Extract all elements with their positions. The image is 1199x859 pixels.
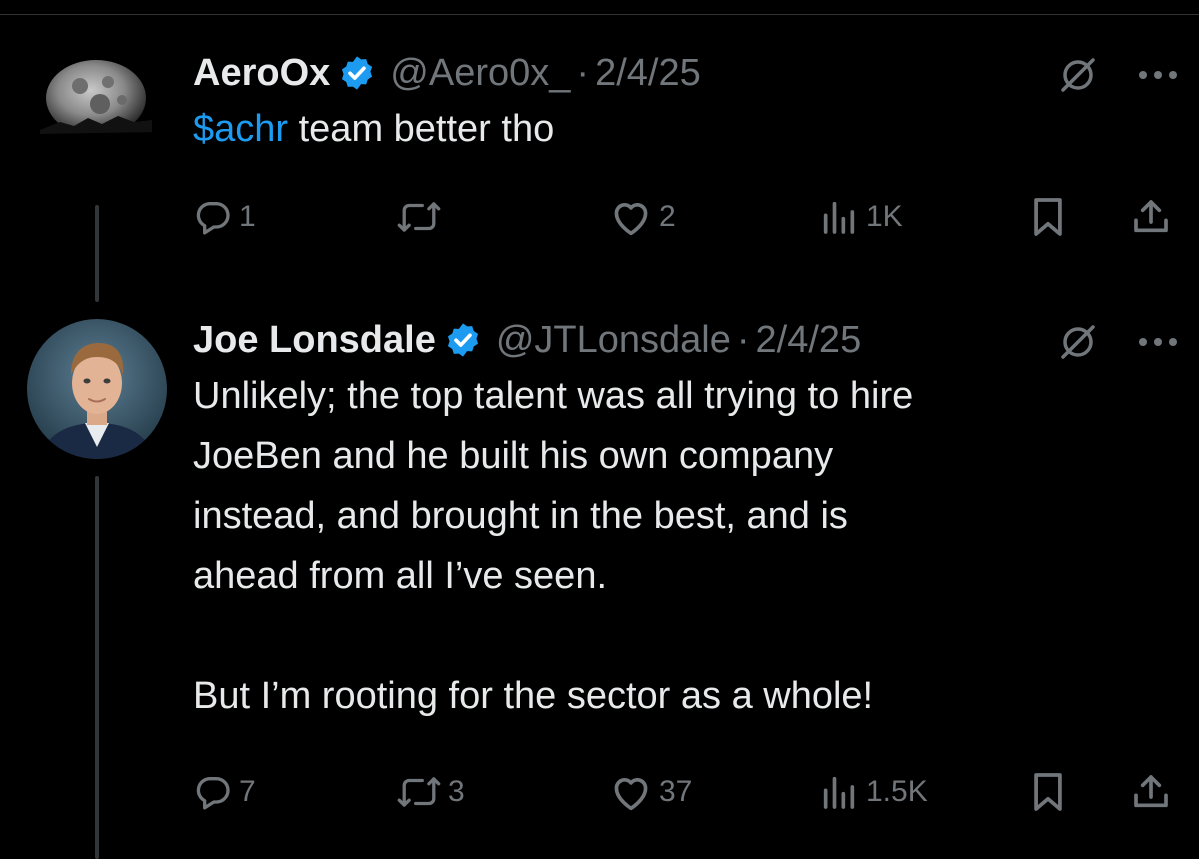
tweet-date[interactable]: 2/4/25 <box>756 319 862 362</box>
more-icon[interactable] <box>1138 69 1178 81</box>
tweet-text-rest: team better tho <box>288 108 555 150</box>
more-icon[interactable] <box>1138 336 1178 348</box>
share-button[interactable] <box>1131 192 1171 242</box>
like-count: 37 <box>659 775 693 808</box>
reply-button[interactable]: 1 <box>193 192 256 242</box>
author-handle[interactable]: @JTLonsdale <box>496 319 731 362</box>
verified-badge-icon <box>447 323 478 357</box>
thread-line-upper <box>95 205 99 302</box>
profile-photo-image <box>27 319 167 459</box>
bookmark-button[interactable] <box>1031 192 1065 242</box>
grok-icon[interactable] <box>1056 53 1100 97</box>
reply-button[interactable]: 7 <box>193 767 256 817</box>
header-icons <box>1056 320 1178 364</box>
views-button[interactable]: 1K <box>818 192 903 242</box>
like-button[interactable]: 37 <box>609 767 692 817</box>
grok-icon[interactable] <box>1056 320 1100 364</box>
author-handle[interactable]: @Aero0x_ <box>390 52 570 95</box>
retweet-icon <box>397 202 441 232</box>
author-name[interactable]: Joe Lonsdale <box>193 319 436 362</box>
share-icon <box>1134 775 1168 808</box>
tweet-actions: 1 2 1K <box>193 192 1178 242</box>
separator-dot: · <box>576 51 590 94</box>
avatar-jtlonsdale[interactable] <box>27 319 167 459</box>
share-icon <box>1134 200 1168 233</box>
moon-avatar-image <box>30 52 162 156</box>
tweet-jtlonsdale: Joe Lonsdale @JTLonsdale · 2/4/25 Unlike… <box>193 316 1178 726</box>
tweet-header: Joe Lonsdale @JTLonsdale · 2/4/25 <box>193 316 1178 364</box>
separator-dot: · <box>736 318 750 361</box>
retweet-icon <box>397 777 441 807</box>
avatar-aeroox[interactable] <box>30 52 162 156</box>
bookmark-icon <box>1034 773 1062 811</box>
like-icon <box>614 203 648 236</box>
like-icon <box>614 778 648 811</box>
tweet-text: $achr team better tho <box>193 99 1178 159</box>
bookmark-icon <box>1034 198 1062 236</box>
retweet-button[interactable]: 3 <box>396 767 465 817</box>
views-button[interactable]: 1.5K <box>818 767 928 817</box>
bookmark-button[interactable] <box>1031 767 1065 817</box>
tweet-actions: 7 3 37 1.5K <box>193 767 1178 817</box>
views-count: 1.5K <box>866 775 928 808</box>
tweet-header: AeroOx @Aero0x_ · 2/4/25 <box>193 49 1178 97</box>
tweet-text: Unlikely; the top talent was all trying … <box>193 375 914 717</box>
reply-icon <box>196 202 230 235</box>
like-count: 2 <box>659 200 676 233</box>
author-name[interactable]: AeroOx <box>193 52 330 95</box>
top-divider <box>0 14 1199 15</box>
views-icon <box>823 776 855 809</box>
like-button[interactable]: 2 <box>609 192 676 242</box>
tweet-date[interactable]: 2/4/25 <box>595 52 701 95</box>
share-button[interactable] <box>1131 767 1171 817</box>
reply-count: 1 <box>239 200 256 233</box>
views-icon <box>823 201 855 234</box>
reply-icon <box>196 777 230 810</box>
retweet-count: 3 <box>448 775 465 808</box>
retweet-button[interactable] <box>396 192 448 242</box>
views-count: 1K <box>866 200 903 233</box>
reply-count: 7 <box>239 775 256 808</box>
header-icons <box>1056 53 1178 97</box>
cashtag-link[interactable]: $achr <box>193 108 288 150</box>
verified-badge-icon <box>342 56 373 90</box>
tweet-aeroox: AeroOx @Aero0x_ · 2/4/25 $achr team bett… <box>193 49 1178 159</box>
thread-line-lower <box>95 476 99 859</box>
